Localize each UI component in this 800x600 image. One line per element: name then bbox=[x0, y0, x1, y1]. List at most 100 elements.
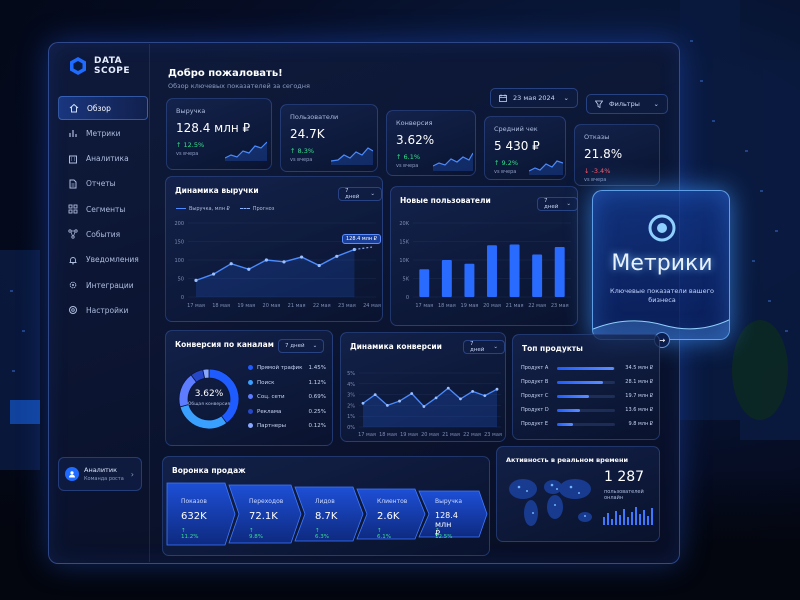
y-tick-label: 0% bbox=[347, 425, 355, 431]
kpi-card-users[interactable]: Пользователи 24.7K ↑ 8.3% vs вчера bbox=[280, 104, 378, 172]
y-tick-label: 4% bbox=[347, 382, 355, 388]
product-bar-track bbox=[557, 395, 615, 398]
brand-line-1: DATA bbox=[94, 56, 123, 66]
conversion-period-dropdown[interactable]: 7 дней ⌄ bbox=[463, 340, 505, 354]
product-name: Продукт D bbox=[521, 407, 549, 413]
stage-value: 8.7K bbox=[315, 511, 338, 522]
kpi-card-bounce[interactable]: Отказы 21.8% ↓ -3.4% vs вчера bbox=[574, 124, 660, 186]
sidebar-item-events[interactable]: События bbox=[58, 222, 148, 246]
revenue-legend: Выручка, млн ₽ Прогноз bbox=[176, 206, 274, 212]
sidebar-item-settings[interactable]: Настройки bbox=[58, 298, 148, 322]
kpi-delta: ↑ 6.1% bbox=[396, 153, 421, 161]
sidebar-item-integrations[interactable]: Интеграции bbox=[58, 273, 148, 297]
legend-value: 0.25% bbox=[308, 408, 326, 415]
kpi-delta: ↑ 12.5% bbox=[176, 141, 205, 149]
product-bar bbox=[557, 423, 574, 426]
user-profile-card[interactable]: Аналитик Команда роста › bbox=[58, 457, 142, 491]
bar bbox=[509, 244, 520, 297]
kpi-note: vs вчера bbox=[396, 163, 419, 169]
stage-value: 632K bbox=[181, 511, 207, 522]
bar bbox=[532, 254, 543, 297]
conversion-point bbox=[398, 399, 401, 403]
sidebar-item-analytics[interactable]: Аналитика bbox=[58, 147, 148, 171]
revenue-chart-card: Динамика выручки 7 дней ⌄ Выручка, млн ₽ … bbox=[165, 176, 383, 322]
date-picker[interactable]: 23 мая 2024 ⌄ bbox=[490, 88, 578, 108]
kpi-delta: ↓ -3.4% bbox=[584, 167, 611, 175]
conversion-point bbox=[471, 389, 475, 393]
card-title: Динамика конверсии bbox=[350, 342, 442, 351]
list-item[interactable]: Продукт B 28.1 млн ₽ bbox=[521, 377, 653, 389]
top-products-card: Топ продукты Продукт A 34.5 млн ₽ Продукт… bbox=[512, 334, 660, 440]
cube-logo-icon bbox=[70, 57, 86, 75]
metrics-card-title: Метрики bbox=[611, 251, 713, 276]
realtime-value: 1 287 bbox=[604, 469, 645, 485]
sidebar-item-notifications[interactable]: Уведомления bbox=[58, 248, 148, 272]
period-label: 7 дней bbox=[285, 343, 305, 349]
donut-slice bbox=[179, 403, 228, 430]
filters-button[interactable]: Фильтры ⌄ bbox=[586, 94, 668, 114]
legend-forecast: Прогноз bbox=[239, 206, 274, 212]
kpi-card-average-check[interactable]: Средний чек 5 430 ₽ ↑ 9.2% vs вчера bbox=[484, 116, 566, 180]
legend-dot bbox=[248, 423, 253, 429]
sidebar-item-segments[interactable]: Сегменты bbox=[58, 197, 148, 221]
legend-name: Прямой трафик bbox=[257, 365, 303, 372]
channel-period-dropdown[interactable]: 7 дней ⌄ bbox=[278, 339, 325, 353]
revenue-area bbox=[196, 249, 355, 297]
card-title: Динамика выручки bbox=[175, 186, 259, 195]
list-item[interactable]: Продукт D 13.6 млн ₽ bbox=[521, 405, 653, 417]
conversion-point bbox=[422, 405, 426, 408]
product-bar bbox=[557, 381, 604, 384]
product-value: 28.1 млн ₽ bbox=[625, 379, 653, 385]
conversion-point bbox=[483, 394, 487, 398]
channel-donut-chart bbox=[178, 368, 240, 430]
brand-line-2: SCOPE bbox=[94, 66, 130, 76]
sidebar-item-reports[interactable]: Отчеты bbox=[58, 172, 148, 196]
x-tick-label: 20 мая bbox=[483, 303, 501, 309]
product-bar bbox=[557, 409, 580, 412]
stage-label: Переходов bbox=[249, 498, 284, 505]
list-item[interactable]: Продукт A 34.5 млн ₽ bbox=[521, 363, 653, 375]
kpi-card-revenue[interactable]: Выручка 128.4 млн ₽ ↑ 12.5% vs вчера bbox=[166, 98, 272, 170]
period-label: 7 дней bbox=[544, 198, 559, 210]
sidebar-item-label: Настройки bbox=[86, 305, 129, 315]
logo: DATA SCOPE bbox=[68, 56, 130, 76]
conversion-point bbox=[495, 387, 499, 391]
conversion-point bbox=[459, 397, 462, 401]
x-tick-label: 22 мая bbox=[463, 432, 481, 438]
card-title: Воронка продаж bbox=[172, 466, 246, 475]
sidebar-item-metrics[interactable]: Метрики bbox=[58, 121, 148, 145]
stage-label: Показов bbox=[181, 498, 207, 505]
revenue-point bbox=[247, 267, 251, 271]
new-users-card: Новые пользователи 7 дней ⌄ 0 5K 10K 15K 20K 1… bbox=[390, 186, 578, 326]
kpi-label: Средний чек bbox=[494, 125, 538, 133]
legend-name: Партнеры bbox=[257, 423, 287, 430]
chevron-down-icon: ⌄ bbox=[312, 343, 318, 349]
kpi-value: 24.7K bbox=[290, 127, 325, 141]
conversion-point bbox=[385, 404, 389, 407]
legend-value: 1.12% bbox=[308, 379, 326, 386]
revenue-point bbox=[264, 258, 268, 262]
revenue-period-dropdown[interactable]: 7 дней ⌄ bbox=[338, 187, 382, 201]
metrics-feature-card[interactable]: Метрики Ключевые показатели вашего бизне… bbox=[592, 190, 730, 340]
list-item[interactable]: Продукт C 19.7 млн ₽ bbox=[521, 391, 653, 403]
donut-center-value: 3.62% bbox=[194, 389, 224, 399]
new-users-period-dropdown[interactable]: 7 дней ⌄ bbox=[537, 197, 578, 211]
donut-center-label: Общая конверсия bbox=[187, 402, 231, 407]
x-tick-label: 22 мая bbox=[313, 303, 331, 309]
legend-dot bbox=[248, 379, 253, 385]
kpi-sparkline bbox=[529, 160, 563, 175]
x-tick-label: 21 мая bbox=[506, 303, 524, 309]
legend-row: Партнеры 0.12% bbox=[248, 419, 326, 434]
x-tick-label: 23 мая bbox=[551, 303, 569, 309]
sidebar-item-overview[interactable]: Обзор bbox=[58, 96, 148, 120]
kpi-note: vs вчера bbox=[290, 157, 313, 163]
metrics-card-subtitle: Ключевые показатели вашего бизнеса bbox=[609, 287, 715, 304]
realtime-activity-card: Активность в реальном времени 1 287 поль… bbox=[496, 446, 660, 542]
kpi-card-conversion[interactable]: Конверсия 3.62% ↑ 6.1% vs вчера bbox=[386, 110, 476, 176]
list-item[interactable]: Продукт E 9.8 млн ₽ bbox=[521, 419, 653, 431]
conversion-area-chart: 0% 1% 2% 3% 4% 5% 17 мая 18 мая 19 мая 20 мая 21 м… bbox=[347, 371, 502, 438]
product-value: 9.8 млн ₽ bbox=[628, 421, 653, 427]
legend-row: Поиск 1.12% bbox=[248, 376, 326, 391]
grid-icon bbox=[68, 204, 78, 214]
network-icon bbox=[68, 229, 78, 240]
